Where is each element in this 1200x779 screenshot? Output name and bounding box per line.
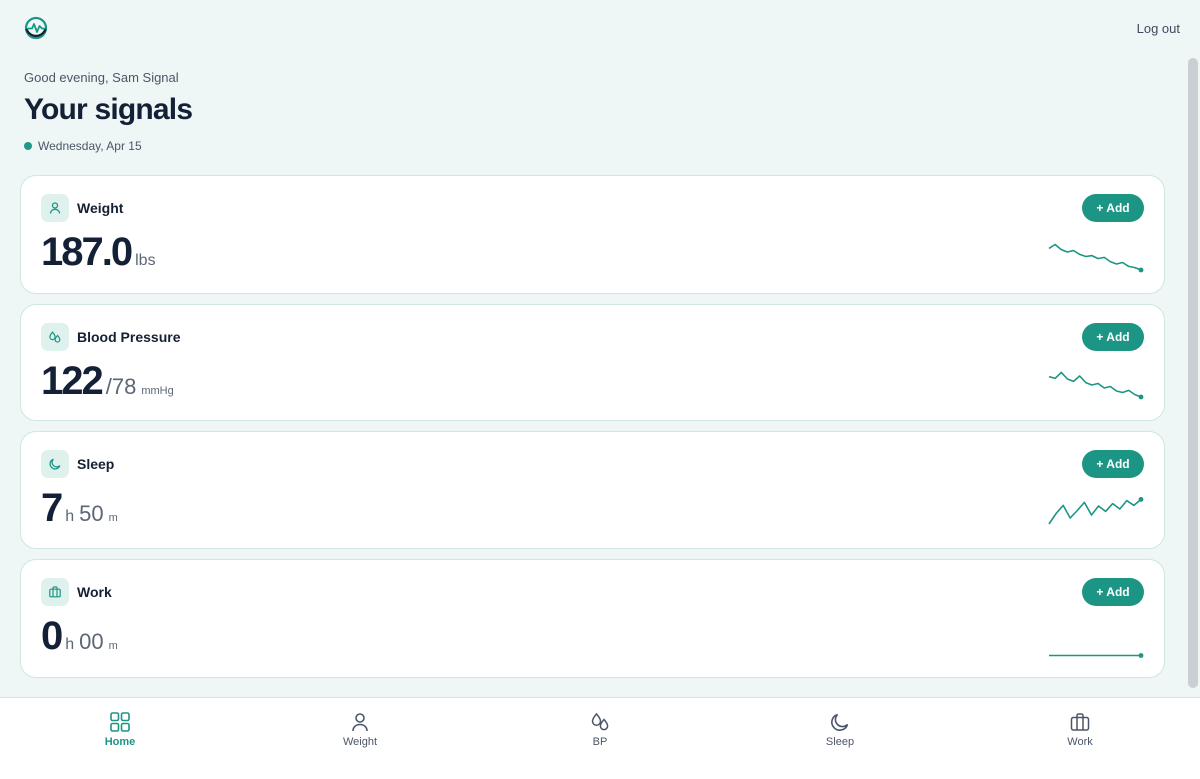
sleep-minutes: 50 xyxy=(79,501,104,526)
sparkline-last-point xyxy=(1138,497,1144,502)
work-card[interactable]: Work + Add 0 h 00 m xyxy=(20,559,1165,678)
grid-icon xyxy=(110,712,130,732)
work-minutes-unit: m xyxy=(108,640,118,652)
top-bar: Log out xyxy=(0,0,1200,56)
scrollbar[interactable] xyxy=(1188,56,1198,696)
sparkline-path xyxy=(1048,371,1142,398)
nav-item-bp[interactable]: BP xyxy=(480,698,720,779)
work-value: 0 h 00 m xyxy=(41,614,118,659)
nav-label: Sleep xyxy=(825,736,855,748)
nav-item-weight[interactable]: Weight xyxy=(240,698,480,779)
work-hours-unit: h xyxy=(65,636,75,653)
weight-sparkline xyxy=(1048,243,1144,273)
weight-value: 187.0 lbs xyxy=(41,230,156,275)
sparkline-path xyxy=(1048,243,1142,271)
add-work-button[interactable]: + Add xyxy=(1082,578,1144,606)
greeting-text: Good evening, Sam Signal xyxy=(24,70,179,85)
bp-unit: mmHg xyxy=(141,385,174,397)
weight-card[interactable]: Weight + Add 187.0 lbs xyxy=(20,175,1165,294)
nav-label: BP xyxy=(592,736,608,748)
sleep-card[interactable]: Sleep + Add 7 h 50 m xyxy=(20,431,1165,549)
nav-label: Weight xyxy=(342,736,378,748)
date-text: Wednesday, Apr 15 xyxy=(38,139,142,153)
date-row: Wednesday, Apr 15 xyxy=(24,139,142,153)
pulse-logo-icon[interactable] xyxy=(24,16,48,40)
bp-value: 122 /78 mmHg xyxy=(41,359,174,404)
status-dot xyxy=(24,142,32,150)
work-minutes: 00 xyxy=(79,629,104,654)
nav-label: Work xyxy=(1067,736,1093,748)
moon-icon xyxy=(41,450,69,478)
sparkline-last-point xyxy=(1138,267,1144,273)
drops-icon xyxy=(591,712,609,731)
sparkline-last-point xyxy=(1138,653,1144,658)
add-sleep-button[interactable]: + Add xyxy=(1082,450,1144,478)
briefcase-icon xyxy=(41,578,69,606)
sleep-sparkline xyxy=(1048,497,1144,525)
nav-item-sleep[interactable]: Sleep xyxy=(720,698,960,779)
bp-card[interactable]: Blood Pressure + Add 122 /78 mmHg xyxy=(20,304,1165,421)
sleep-hours: 7 xyxy=(41,486,63,530)
sparkline-path xyxy=(1048,498,1142,525)
sleep-minutes-unit: m xyxy=(108,512,118,524)
scrollbar-thumb[interactable] xyxy=(1188,58,1198,688)
work-sparkline xyxy=(1049,653,1144,658)
nav-label: Home xyxy=(104,736,136,748)
sleep-value: 7 h 50 m xyxy=(41,486,118,531)
card-title: Weight xyxy=(77,200,124,216)
bottom-nav: Home Weight BP Sleep Work xyxy=(0,697,1200,779)
nav-item-home[interactable]: Home xyxy=(0,698,240,779)
add-bp-button[interactable]: + Add xyxy=(1082,323,1144,351)
card-title: Sleep xyxy=(77,456,115,472)
person-icon xyxy=(352,713,368,732)
logout-link[interactable]: Log out xyxy=(1137,21,1180,36)
page-title: Your signals xyxy=(24,93,193,126)
systolic-number: 122 xyxy=(41,359,104,403)
weight-unit: lbs xyxy=(135,252,156,269)
diastolic-number: /78 xyxy=(105,374,137,399)
drops-icon xyxy=(41,323,69,351)
sparkline-last-point xyxy=(1138,394,1144,400)
sleep-hours-unit: h xyxy=(65,508,75,525)
card-title: Blood Pressure xyxy=(77,329,181,345)
card-title: Work xyxy=(77,584,112,600)
moon-icon xyxy=(831,713,849,731)
weight-number: 187.0 xyxy=(41,230,133,274)
bp-sparkline xyxy=(1048,371,1144,400)
briefcase-icon xyxy=(1070,713,1090,731)
person-icon xyxy=(41,194,69,222)
add-weight-button[interactable]: + Add xyxy=(1082,194,1144,222)
nav-item-work[interactable]: Work xyxy=(960,698,1200,779)
work-hours: 0 xyxy=(41,614,63,658)
